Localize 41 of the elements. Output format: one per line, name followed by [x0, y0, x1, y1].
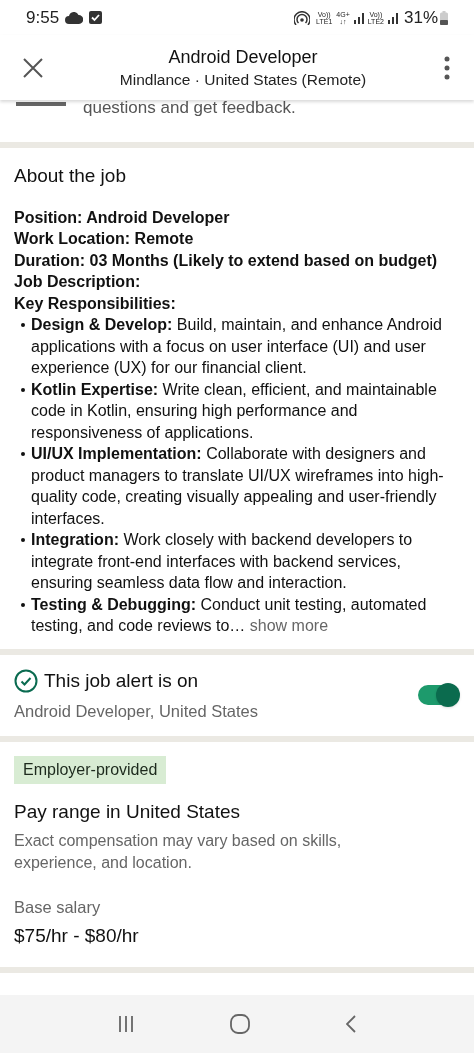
close-icon [23, 57, 43, 78]
bullet-text: Integration: Work closely with backend developers to integrate front-end interfaces with backend services, ensuring seamless data flow and interaction. [31, 530, 414, 593]
recent-apps-icon [118, 1016, 134, 1032]
home-icon [230, 1014, 250, 1034]
job-title: Android Developer [168, 45, 318, 69]
status-time: 9:55 [26, 6, 60, 29]
show-more-link[interactable]: show more [249, 617, 329, 634]
detail-line: Work Location: Remote [14, 229, 195, 249]
recent-apps-button[interactable] [118, 1016, 134, 1032]
check-circle-icon [14, 668, 38, 693]
hotspot-icon [294, 10, 311, 25]
detail-line: Position: Android Developer [14, 207, 231, 228]
partial-text: questions and get feedback. [83, 100, 296, 118]
bullet-text: Kotlin Expertise: Write clean, efficient, and maintainable code in Kotlin, ensuring high performance and responsiveness of applications. [31, 379, 438, 443]
salary-label: Base salary [14, 897, 102, 919]
home-button[interactable] [230, 1014, 250, 1034]
alert-title: This job alert is on [44, 668, 199, 693]
checkbox-icon [89, 11, 103, 24]
back-button[interactable] [346, 1015, 356, 1033]
more-button[interactable] [442, 54, 452, 81]
cloud-icon [65, 11, 84, 24]
bullet-text: UI/UX Implementation: Collaborate with designers and product managers to translate UI/UX wireframes into high-quality code, creating visually appealing and user-friendly interfaces. [31, 444, 445, 529]
pay-note: Exact compensation may vary based on skills, experience, and location. [14, 831, 343, 873]
alert-subtitle: Android Developer, United States [14, 701, 259, 722]
close-button[interactable] [22, 56, 44, 79]
detail-line: Key Responsibilities: [14, 293, 177, 314]
bullet-text: Design & Develop: Build, maintain, and enhance Android applications with a focus on user interface (UI) and user experience (UX) for our financial client. [31, 315, 443, 378]
signal-icon [353, 11, 364, 24]
pay-heading: Pay range in United States [14, 799, 242, 824]
job-subtitle: Mindlance · United States (Remote) [119, 69, 367, 90]
detail-line: Duration: 03 Months (Likely to extend based on budget) [14, 250, 439, 271]
section-heading: About the job [14, 164, 127, 188]
battery-percent: 31% [403, 6, 438, 29]
signal-icon [387, 11, 398, 24]
salary-value: $75/hr - $80/hr [14, 924, 140, 948]
detail-line: Job Description: [14, 272, 142, 292]
back-icon [346, 1015, 356, 1033]
bullet-text: Testing & Debugging: Conduct unit testing, automated testing, and code reviews to… show more [31, 594, 428, 636]
battery-icon [440, 10, 448, 25]
employer-badge: Employer-provided [14, 755, 167, 784]
more-icon [444, 55, 450, 80]
